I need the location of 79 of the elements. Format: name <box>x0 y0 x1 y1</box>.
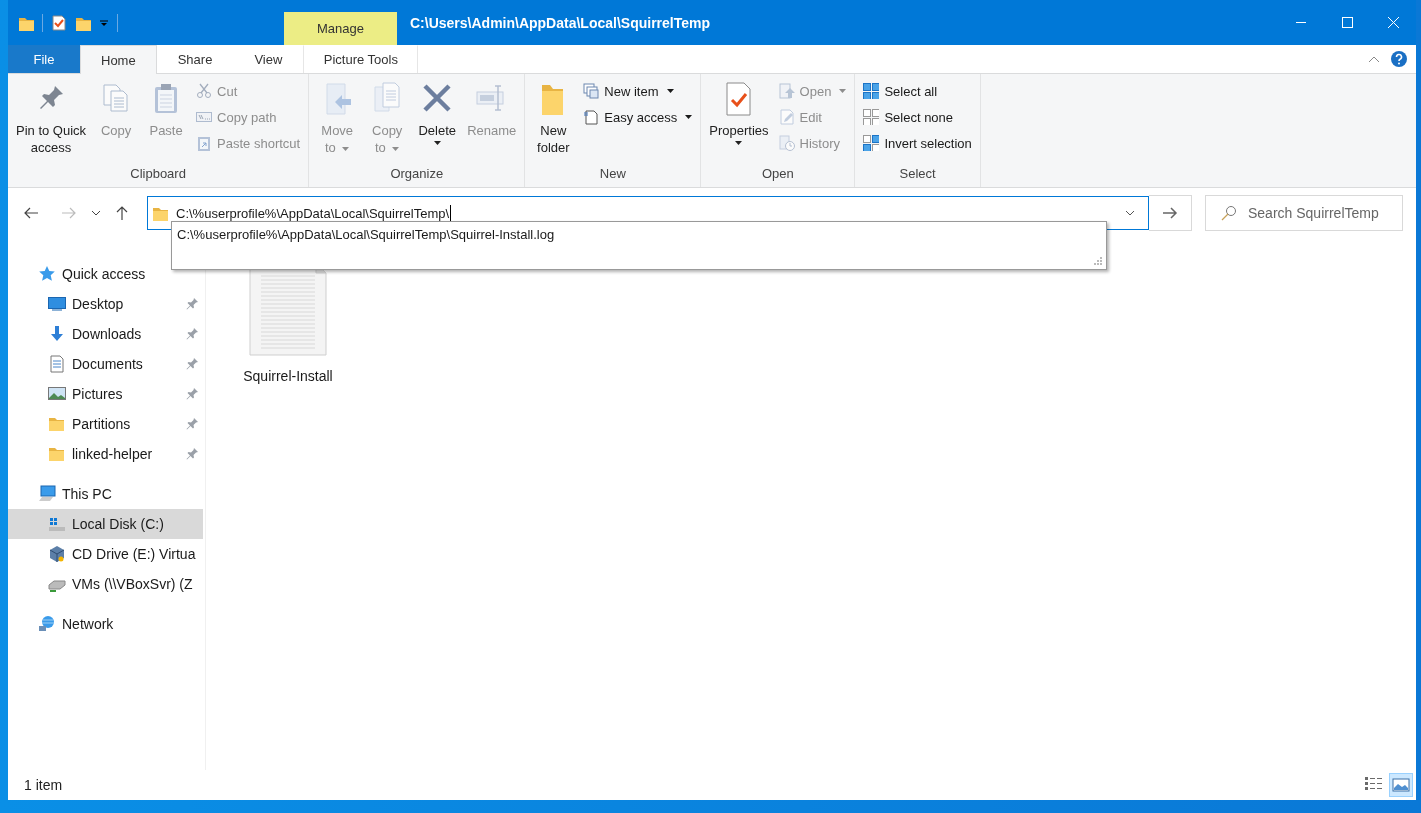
ribbon-button[interactable]: Delete <box>413 78 462 145</box>
group-label: Open <box>760 165 795 183</box>
group-label: Clipboard <box>129 165 187 183</box>
pin-icon[interactable] <box>186 448 198 460</box>
picture-icon <box>48 385 66 403</box>
file-item[interactable]: Squirrel-Install <box>236 258 340 388</box>
nav-item[interactable]: This PC <box>8 479 205 509</box>
pin-icon[interactable] <box>186 358 198 370</box>
properties-icon[interactable] <box>51 14 67 31</box>
ribbon-tab[interactable]: Picture Tools <box>303 45 419 73</box>
nav-item[interactable]: Documents <box>8 349 205 379</box>
ribbon-button[interactable]: New folder <box>529 78 578 156</box>
view-button[interactable] <box>1389 773 1413 797</box>
nav-item[interactable]: VMs (\\VBoxSvr) (Z <box>8 569 205 599</box>
drive-icon <box>48 515 66 533</box>
forward-icon[interactable] <box>61 205 77 221</box>
nav-item[interactable]: Quick access <box>8 259 205 289</box>
invert-selection-icon <box>863 135 880 151</box>
nav-item[interactable]: Desktop <box>8 289 205 319</box>
caret-icon <box>433 141 441 145</box>
go-button[interactable] <box>1149 195 1192 231</box>
network-icon <box>38 615 56 633</box>
window-title: C:\Users\Admin\AppData\Local\SquirrelTemp <box>409 13 710 33</box>
ribbon-tab[interactable]: File <box>8 45 80 73</box>
group-label: Select <box>898 165 937 183</box>
folder-icon <box>152 205 168 221</box>
nav-item[interactable]: Partitions <box>8 409 205 439</box>
ribbon-button[interactable]: Invert selection <box>859 132 976 154</box>
page-icon <box>583 109 600 125</box>
scissors-icon <box>196 83 213 99</box>
pin-icon[interactable] <box>186 298 198 310</box>
select-none-icon <box>863 109 880 125</box>
context-tab-label: Manage <box>284 12 397 45</box>
nav-item[interactable]: Network <box>8 609 205 639</box>
caret-icon <box>735 141 743 145</box>
open-icon <box>778 83 795 99</box>
new-item-icon <box>583 83 600 99</box>
nav-item[interactable]: Pictures <box>8 379 205 409</box>
pin-icon[interactable] <box>186 418 198 430</box>
search-field[interactable]: Search SquirrelTemp <box>1205 195 1403 231</box>
nav-item[interactable]: Downloads <box>8 319 205 349</box>
nav-item[interactable]: CD Drive (E:) Virtua <box>8 539 205 569</box>
group-label: Organize <box>389 165 445 183</box>
group-label: New <box>598 165 627 183</box>
ribbon-button[interactable]: Properties <box>705 78 773 145</box>
monitor-icon <box>48 295 66 313</box>
help-icon[interactable] <box>1390 50 1408 68</box>
clipboard-icon <box>196 135 213 151</box>
ribbon-tab[interactable]: Share <box>156 45 234 73</box>
folder-icon <box>48 415 66 433</box>
arrow-right-icon <box>1162 205 1178 221</box>
ribbon-button[interactable]: Select none <box>859 106 976 128</box>
document-icon <box>48 355 66 373</box>
resize-grip-icon[interactable] <box>1094 257 1103 266</box>
search-icon <box>1221 205 1237 221</box>
select-all-icon <box>863 83 880 99</box>
pin-icon[interactable] <box>186 328 198 340</box>
path-icon <box>196 109 213 125</box>
ribbon-button[interactable]: Easy access <box>579 106 697 128</box>
ribbon-tab[interactable]: Home <box>80 45 157 74</box>
box-icon <box>48 545 66 563</box>
up-arrow-icon[interactable] <box>115 205 129 221</box>
computer-icon <box>38 485 56 503</box>
edit-icon <box>778 109 795 125</box>
ribbon-button[interactable]: New item <box>579 80 697 102</box>
nav-item[interactable]: Local Disk (C:) <box>8 509 203 539</box>
caret-icon[interactable] <box>99 17 109 28</box>
download-icon <box>48 325 66 343</box>
pin-icon[interactable] <box>186 388 198 400</box>
star-icon <box>38 265 56 283</box>
folder-icon <box>48 445 66 463</box>
item-count: 1 item <box>23 777 63 793</box>
history-icon <box>778 135 795 151</box>
large-icons-view-icon <box>1391 775 1411 795</box>
ribbon-button[interactable]: Select all <box>859 80 976 102</box>
back-icon[interactable] <box>23 205 39 221</box>
ribbon-tab[interactable]: View <box>233 45 304 73</box>
ribbon-button[interactable]: Pin to Quick access <box>12 78 91 156</box>
nav-item[interactable]: linked-helper <box>8 439 205 469</box>
